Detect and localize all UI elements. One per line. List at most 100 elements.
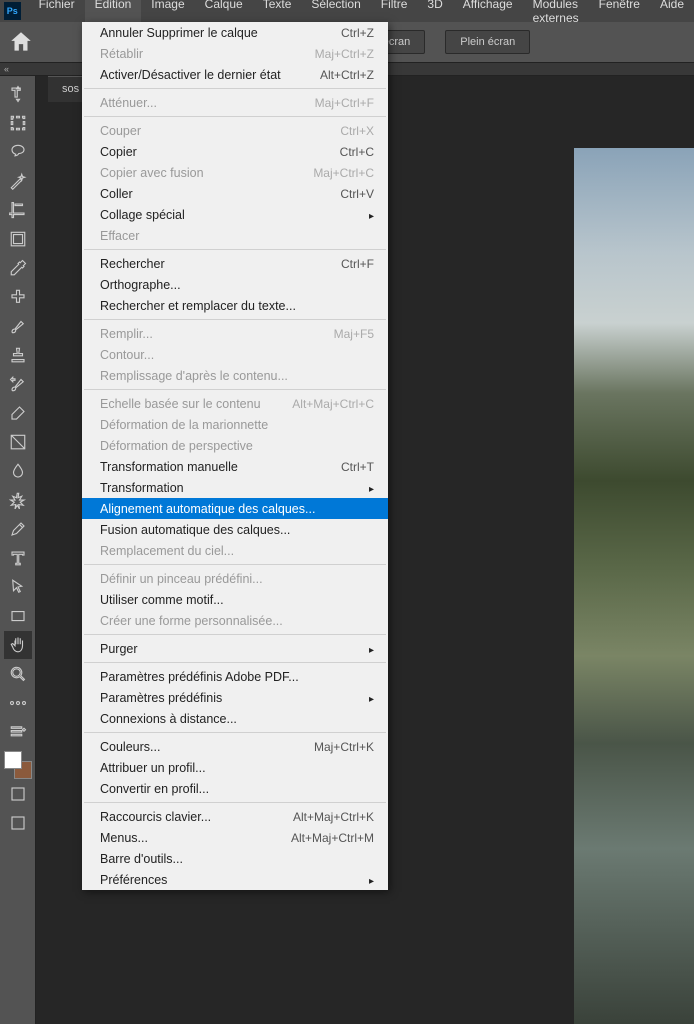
menu-item-param-tres-pr-d-finis-adobe-pdf[interactable]: Paramètres prédéfinis Adobe PDF... [82,666,388,687]
menu-shortcut: Maj+Ctrl+K [314,740,374,754]
menu-item-label: Paramètres prédéfinis Adobe PDF... [100,670,299,684]
menu-item-label: Couleurs... [100,740,160,754]
eyedropper-tool[interactable] [4,254,32,282]
brush-tool[interactable] [4,312,32,340]
menu-item-label: Annuler Supprimer le calque [100,26,258,40]
menu-item-menus[interactable]: Menus...Alt+Maj+Ctrl+M [82,827,388,848]
menu-item-label: Orthographe... [100,278,181,292]
menu-item-transformation[interactable]: Transformation [82,477,388,498]
blur-tool[interactable] [4,457,32,485]
menu-item-label: Transformation manuelle [100,460,238,474]
menu-item-label: Contour... [100,348,154,362]
menu-item-couleurs[interactable]: Couleurs... Maj+Ctrl+K [82,736,388,757]
menu-separator [84,389,386,390]
stamp-tool[interactable] [4,341,32,369]
menu-3d[interactable]: 3D [417,0,452,28]
wand-tool[interactable] [4,167,32,195]
menu-item-utiliser-comme-motif[interactable]: Utiliser comme motif... [82,589,388,610]
menu-item-transformation-manuelle[interactable]: Transformation manuelle Ctrl+T [82,456,388,477]
menu-item-r-tablir: RétablirMaj+Ctrl+Z [82,43,388,64]
menu-item-annuler-supprimer-le-calque[interactable]: Annuler Supprimer le calqueCtrl+Z [82,22,388,43]
menu-separator [84,732,386,733]
menu-item-rechercher-et-remplacer-du-texte[interactable]: Rechercher et remplacer du texte... [82,295,388,316]
healing-tool[interactable] [4,283,32,311]
color-swatches[interactable] [4,751,32,779]
menu-item-fusion-automatique-des-calques[interactable]: Fusion automatique des calques... [82,519,388,540]
menu-separator [84,249,386,250]
menu-item-activer-d-sactiver-le-dernier-tat[interactable]: Activer/Désactiver le dernier étatAlt+Ct… [82,64,388,85]
fullscreen-button[interactable]: Plein écran [445,30,530,54]
submenu-arrow-icon [361,642,374,656]
menu-item-label: Atténuer... [100,96,157,110]
menu-shortcut: Alt+Maj+Ctrl+C [292,397,374,411]
menu-item-label: Déformation de la marionnette [100,418,268,432]
lasso-tool[interactable] [4,138,32,166]
menu-shortcut: Maj+F5 [334,327,374,341]
submenu-arrow-icon [361,691,374,705]
menu-item-param-tres-pr-d-finis[interactable]: Paramètres prédéfinis [82,687,388,708]
type-tool[interactable] [4,544,32,572]
menu-fichier[interactable]: Fichier [29,0,85,28]
menu-aide[interactable]: Aide [650,0,694,28]
menu-item-coller[interactable]: CollerCtrl+V [82,183,388,204]
toolbox [0,76,36,1024]
menu-item-barre-d-outils[interactable]: Barre d'outils... [82,848,388,869]
menu-item-convertir-en-profil[interactable]: Convertir en profil... [82,778,388,799]
menu-shortcut: Alt+Ctrl+Z [320,68,374,82]
history-brush-tool[interactable] [4,370,32,398]
menu-modules externes[interactable]: Modules externes [523,0,589,28]
menu-item-raccourcis-clavier[interactable]: Raccourcis clavier...Alt+Maj+Ctrl+K [82,806,388,827]
menu-item-label: Effacer [100,229,139,243]
menu-shortcut: Alt+Maj+Ctrl+K [293,810,374,824]
submenu-arrow-icon [361,208,374,222]
menu-item-alignement-automatique-des-calques[interactable]: Alignement automatique des calques... [82,498,388,519]
menu-separator [84,88,386,89]
home-icon[interactable] [8,29,34,55]
menu-item-label: Transformation [100,481,184,495]
menu-item-copier-avec-fusion: Copier avec fusionMaj+Ctrl+C [82,162,388,183]
screen-mode-button[interactable] [4,809,32,837]
menu-shortcut: Ctrl+T [341,460,374,474]
menu-item-label: Couper [100,124,141,138]
dodge-tool[interactable] [4,486,32,514]
menu-fenêtre[interactable]: Fenêtre [589,0,650,28]
menu-item-purger[interactable]: Purger [82,638,388,659]
canvas-image [574,148,694,1024]
menu-separator [84,634,386,635]
pen-tool[interactable] [4,515,32,543]
menu-item-label: Purger [100,642,138,656]
quick-mask-button[interactable] [4,780,32,808]
path-select-tool[interactable] [4,573,32,601]
hand-tool[interactable] [4,631,32,659]
frame-tool[interactable] [4,225,32,253]
menu-affichage[interactable]: Affichage [453,0,523,28]
menu-item-copier[interactable]: CopierCtrl+C [82,141,388,162]
rectangle-tool[interactable] [4,602,32,630]
zoom-tool[interactable] [4,660,32,688]
menubar: Ps FichierEditionImageCalqueTexteSélecti… [0,0,694,22]
submenu-arrow-icon [361,873,374,887]
menu-item-collage-sp-cial[interactable]: Collage spécial [82,204,388,225]
menu-item-d-formation-de-perspective: Déformation de perspective [82,435,388,456]
menu-item-pr-f-rences[interactable]: Préférences [82,869,388,890]
marquee-tool[interactable] [4,109,32,137]
menu-item-rechercher[interactable]: RechercherCtrl+F [82,253,388,274]
more-tool[interactable] [4,689,32,717]
menu-item-remplacement-du-ciel: Remplacement du ciel... [82,540,388,561]
menu-item-connexions-distance[interactable]: Connexions à distance... [82,708,388,729]
edit-toolbar-tool[interactable] [4,718,32,746]
eraser-tool[interactable] [4,399,32,427]
menu-separator [84,116,386,117]
move-tool[interactable] [4,80,32,108]
menu-shortcut: Alt+Maj+Ctrl+M [291,831,374,845]
crop-tool[interactable] [4,196,32,224]
menu-item-attribuer-un-profil[interactable]: Attribuer un profil... [82,757,388,778]
menu-item-orthographe[interactable]: Orthographe... [82,274,388,295]
menu-item-label: Déformation de perspective [100,439,253,453]
ps-logo-icon: Ps [4,2,21,20]
gradient-tool[interactable] [4,428,32,456]
menu-shortcut: Ctrl+F [341,257,374,271]
menu-separator [84,802,386,803]
menu-item-cr-er-une-forme-personnalis-e: Créer une forme personnalisée... [82,610,388,631]
menu-item-d-formation-de-la-marionnette: Déformation de la marionnette [82,414,388,435]
